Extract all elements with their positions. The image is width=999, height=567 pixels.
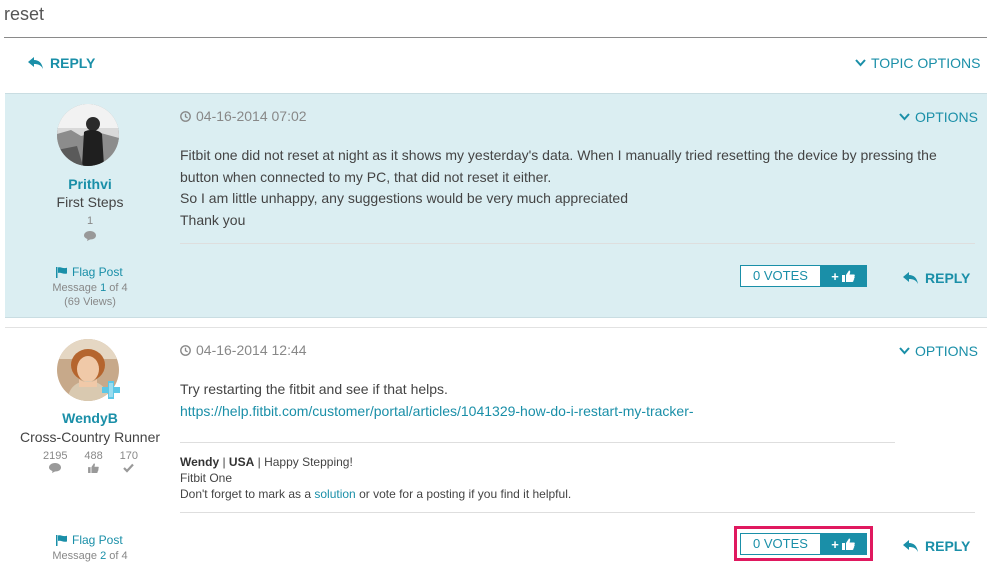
signature-country: USA <box>228 455 255 469</box>
solution-link[interactable]: solution <box>314 487 355 501</box>
message-position: Message 2 of 4 <box>5 550 175 562</box>
post-datetime: 04-16-2014 12:44 <box>180 342 307 358</box>
reply-button[interactable]: REPLY <box>903 538 970 554</box>
reply-label: REPLY <box>50 55 96 71</box>
comment-icon <box>49 463 62 473</box>
message-prefix: Message <box>52 282 98 294</box>
clock-icon <box>180 110 191 122</box>
body-line: Thank you <box>180 211 246 228</box>
reply-button[interactable]: REPLY <box>903 270 970 286</box>
vote-widget: 0 VOTES + <box>740 533 867 555</box>
username[interactable]: WendyB <box>5 410 175 426</box>
thumbs-up-icon <box>841 270 855 282</box>
votes-count: 0 VOTES <box>753 536 808 551</box>
signature-device: Fitbit One <box>180 471 233 485</box>
signature-tagline: Happy Stepping! <box>264 455 353 469</box>
post-datetime: 04-16-2014 07:02 <box>180 108 307 124</box>
body-line: So I am little unhappy, any suggestions … <box>180 190 628 206</box>
chevron-down-icon <box>899 113 910 121</box>
flag-icon <box>56 266 67 278</box>
body-line: button when connected to my PC, that did… <box>180 168 552 185</box>
thumbs-up-icon <box>841 538 855 550</box>
plus-label: + <box>831 268 839 284</box>
body-line: Try restarting the fitbit and see if tha… <box>180 381 448 397</box>
signature-note: Don't forget to mark as a solution or vo… <box>180 486 895 502</box>
message-suffix: of 4 <box>109 282 128 294</box>
message-index-link[interactable]: 2 <box>100 550 106 562</box>
signature-line-1: Wendy | USA | Happy Stepping! <box>180 454 895 470</box>
user-rank: First Steps <box>56 194 124 210</box>
help-article-link[interactable]: https://help.fitbit.com/customer/portal/… <box>180 401 970 423</box>
reply-button-top[interactable]: REPLY <box>28 55 95 71</box>
flag-post-label: Flag Post <box>72 533 123 547</box>
message-prefix: Message <box>52 550 98 562</box>
page-title: reset <box>4 4 45 24</box>
kudos-button[interactable]: + <box>820 534 866 554</box>
post-count: 1 <box>86 215 94 227</box>
signature-name: Wendy <box>180 455 220 469</box>
flag-post-link[interactable]: Flag Post <box>56 265 123 279</box>
checkmark-icon <box>123 463 135 473</box>
view-count: (69 Views) <box>64 296 116 308</box>
chevron-down-icon <box>855 59 866 67</box>
message-index-link[interactable]: 1 <box>100 282 106 294</box>
flag-post-link[interactable]: Flag Post <box>56 533 123 547</box>
signature-note-suffix: or vote for a posting if you find it hel… <box>355 487 572 501</box>
reply-label: REPLY <box>925 270 971 286</box>
signature-separator: | <box>254 455 265 469</box>
message-suffix: of 4 <box>109 550 128 562</box>
topic-options-button[interactable]: TOPIC OPTIONS <box>855 55 980 71</box>
options-label: OPTIONS <box>915 109 979 125</box>
title-divider <box>4 37 987 38</box>
kudos-button[interactable]: + <box>820 266 866 286</box>
stat-solutions: 170 <box>120 450 138 473</box>
stat-kudos-value: 488 <box>84 450 103 462</box>
datetime-label: 04-16-2014 07:02 <box>196 108 307 124</box>
options-label: OPTIONS <box>915 343 979 359</box>
post-options-button[interactable]: OPTIONS <box>899 343 978 359</box>
signature-separator: | <box>219 455 229 469</box>
avatar[interactable] <box>57 104 119 166</box>
topic-options-label: TOPIC OPTIONS <box>871 55 981 71</box>
stat-posts-value: 2195 <box>43 450 68 462</box>
plus-label: + <box>831 536 839 552</box>
signature-note-prefix: Don't forget to mark as a <box>180 487 315 501</box>
reply-arrow-icon <box>903 540 918 552</box>
user-stats: 2195 488 170 <box>43 450 138 473</box>
votes-count: 0 VOTES <box>753 268 808 283</box>
reply-label: REPLY <box>925 538 971 554</box>
username[interactable]: Prithvi <box>5 176 175 192</box>
post-options-button[interactable]: OPTIONS <box>899 109 978 125</box>
reply-arrow-icon <box>28 57 43 69</box>
stat-kudos: 488 <box>84 450 103 473</box>
body-line: Fitbit one did not reset at night as it … <box>180 147 937 163</box>
flag-icon <box>56 534 67 546</box>
message-position: Message 1 of 4 <box>5 282 175 294</box>
flag-post-label: Flag Post <box>72 265 123 279</box>
datetime-label: 04-16-2014 12:44 <box>196 342 307 358</box>
post-body: Try restarting the fitbit and see if tha… <box>180 379 970 422</box>
post-divider <box>180 243 975 244</box>
stat-solutions-value: 170 <box>119 450 138 462</box>
thumbs-up-icon <box>88 463 99 473</box>
badge-icon <box>102 381 120 399</box>
signature: Wendy | USA | Happy Stepping! Fitbit One… <box>180 454 895 502</box>
post-divider <box>180 512 975 513</box>
post-body: Fitbit one did not reset at night as it … <box>180 145 980 231</box>
stat-posts: 2195 <box>43 450 67 473</box>
user-rank: Cross-Country Runner <box>19 429 161 445</box>
clock-icon <box>180 344 191 356</box>
vote-widget: 0 VOTES + <box>740 265 867 287</box>
signature-divider <box>180 442 895 443</box>
chevron-down-icon <box>899 347 910 355</box>
avatar-photo <box>57 104 119 166</box>
comment-icon <box>84 231 96 241</box>
reply-arrow-icon <box>903 272 918 284</box>
